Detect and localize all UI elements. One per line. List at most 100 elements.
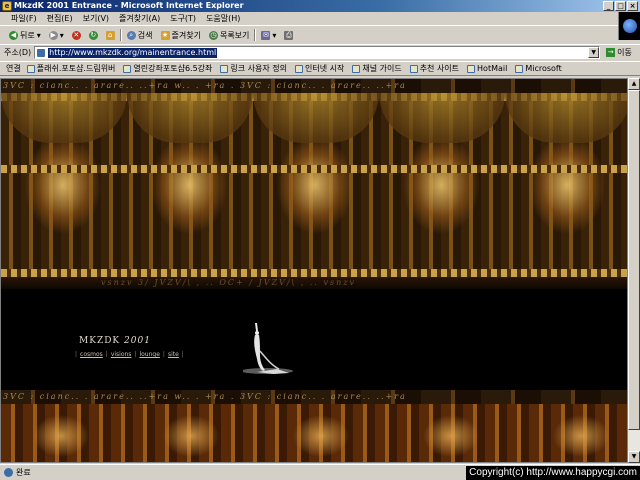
menu-help[interactable]: 도움말(H)	[201, 12, 245, 26]
history-button[interactable]: ◷ 목록보기	[206, 28, 252, 42]
link-page-icon	[352, 64, 361, 73]
go-button[interactable]: → 이동	[606, 47, 632, 58]
link-item[interactable]: 플래쉬.포토샵.드림위버	[25, 63, 118, 74]
home-button[interactable]: ⌂	[103, 28, 118, 42]
ornament-band	[1, 269, 627, 277]
nav-divider: |	[75, 351, 78, 358]
address-input[interactable]: http://www.mkzdk.org/mainentrance.html ▼	[34, 46, 601, 59]
maximize-button[interactable]: □	[615, 1, 626, 11]
scroll-down-button[interactable]: ▼	[628, 451, 640, 463]
ie-throbber-logo	[618, 12, 640, 40]
link-item[interactable]: Microsoft	[513, 64, 563, 73]
ornament-arch	[127, 93, 253, 143]
minimize-button[interactable]: _	[603, 1, 614, 11]
scroll-thumb[interactable]	[628, 90, 640, 430]
forward-button[interactable]: ▶ ▾	[46, 28, 67, 42]
nav-link-visions[interactable]: visions	[111, 351, 132, 358]
link-item[interactable]: 링크 사용자 정의	[218, 63, 289, 74]
scroll-up-button[interactable]: ▲	[628, 78, 640, 90]
search-button[interactable]: ⌕ 검색	[124, 28, 156, 42]
back-arrow-icon: ◀	[9, 30, 18, 40]
link-label: 플래쉬.포토샵.드림위버	[36, 64, 116, 73]
globe-icon	[623, 19, 637, 33]
browser-window: e MkzdK 2001 Entrance - Microsoft Intern…	[0, 0, 640, 480]
link-page-icon	[467, 64, 476, 73]
go-arrow-icon: →	[606, 48, 616, 57]
menu-view[interactable]: 보기(V)	[78, 12, 114, 26]
link-page-icon	[295, 64, 303, 73]
back-button[interactable]: ◀ 뒤로 ▾	[6, 28, 44, 42]
page-content: 3VC : cianc.. . arare.. ..+ra w.. . +ra …	[0, 78, 628, 463]
dropdown-arrow-icon: ▾	[59, 30, 64, 40]
bottom-banner-text: 3VC : cianc.. . arare.. ..+ra w.. . +ra …	[3, 392, 407, 401]
link-page-icon	[123, 64, 132, 73]
nav-divider: |	[134, 351, 137, 358]
nav-link-cosmos[interactable]: cosmos	[80, 351, 103, 358]
link-item[interactable]: 인터넷 시작	[293, 63, 346, 74]
menu-bar: 파일(F) 편집(E) 보기(V) 즐겨찾기(A) 도구(T) 도움말(H)	[0, 12, 640, 26]
dropdown-arrow-icon: ▾	[272, 30, 277, 40]
menu-tools[interactable]: 도구(T)	[165, 12, 201, 26]
close-button[interactable]: ×	[627, 1, 638, 11]
ornamental-banner	[1, 93, 627, 277]
ornament-arch	[379, 93, 505, 143]
favorites-label: 즐겨찾기	[171, 30, 201, 40]
page-icon	[37, 48, 46, 57]
nav-link-site[interactable]: site	[168, 351, 179, 358]
link-item[interactable]: 열린강좌포토샵6.5강좌	[121, 63, 214, 74]
link-page-icon	[409, 64, 418, 73]
address-bar: 주소(D) http://www.mkzdk.org/mainentrance.…	[0, 44, 640, 60]
refresh-icon: ↻	[88, 30, 98, 40]
link-label: HotMail	[477, 64, 508, 73]
link-label: 채널 가이드	[362, 64, 402, 73]
favorites-icon: ★	[160, 30, 170, 40]
history-label: 목록보기	[219, 30, 250, 40]
nav-divider: |	[162, 351, 165, 358]
address-url[interactable]: http://www.mkzdk.org/mainentrance.html	[48, 47, 218, 58]
link-item[interactable]: 채널 가이드	[350, 63, 403, 74]
link-item[interactable]: 추천 사이트	[408, 63, 461, 74]
site-name: MKZDK 2001	[79, 336, 151, 346]
favorites-button[interactable]: ★ 즐겨찾기	[158, 28, 204, 42]
menu-favorites[interactable]: 즐겨찾기(A)	[114, 12, 165, 26]
copyright-watermark: Copyright(c) http://www.happycgi.com	[466, 466, 640, 480]
toolbar-separator	[254, 29, 257, 41]
window-title: MkzdK 2001 Entrance - Microsoft Internet…	[14, 1, 244, 10]
refresh-button[interactable]: ↻	[86, 28, 101, 42]
toolbar-separator	[119, 29, 122, 41]
ornament-arch	[1, 93, 127, 143]
links-label: 연결	[6, 64, 21, 73]
status-text: 완료	[16, 468, 31, 477]
back-label: 뒤로	[20, 30, 35, 40]
nav-link-lounge[interactable]: lounge	[139, 351, 159, 358]
menu-edit[interactable]: 편집(E)	[42, 12, 78, 26]
standard-toolbar: ◀ 뒤로 ▾ ▶ ▾ ✕ ↻ ⌂ ⌕ 검색 ★ 즐겨찾기 ◷ 목록보기 ✉ ▾ …	[0, 27, 618, 43]
ornament-arch	[505, 93, 627, 143]
site-year: 2001	[124, 336, 151, 346]
entrance-nav: | cosmos | visions | lounge | site |	[75, 351, 184, 358]
link-page-icon	[220, 64, 229, 73]
nav-divider: |	[181, 351, 184, 358]
site-name-text: MKZDK	[79, 336, 121, 346]
link-page-icon	[26, 64, 35, 73]
mid-text: vsnzv 3/ JVZV/\ , .. OC+ / JVZV/\ , .. v…	[101, 278, 356, 287]
home-icon: ⌂	[105, 30, 115, 40]
forward-arrow-icon: ▶	[48, 30, 58, 40]
address-dropdown-button[interactable]: ▼	[588, 47, 600, 58]
links-bar: 연결 플래쉬.포토샵.드림위버 열린강좌포토샵6.5강좌 링크 사용자 정의 인…	[0, 61, 640, 76]
menu-file[interactable]: 파일(F)	[6, 12, 42, 26]
vertical-scrollbar[interactable]: ▲ ▼	[628, 78, 640, 463]
link-item[interactable]: HotMail	[465, 64, 509, 73]
stop-icon: ✕	[71, 30, 81, 40]
go-label: 이동	[617, 48, 632, 57]
address-label: 주소(D)	[4, 48, 32, 57]
banner-text: 3VC : cianc.. . arare.. ..+ra w.. . +ra …	[3, 81, 407, 90]
print-icon: ⎙	[284, 30, 294, 40]
search-icon: ⌕	[126, 30, 136, 40]
dropdown-arrow-icon: ▾	[36, 30, 41, 40]
mail-button[interactable]: ✉ ▾	[258, 28, 279, 42]
link-label: 열린강좌포토샵6.5강좌	[133, 64, 213, 73]
print-button[interactable]: ⎙	[281, 28, 296, 42]
status-page-icon	[4, 468, 13, 477]
stop-button[interactable]: ✕	[69, 28, 84, 42]
